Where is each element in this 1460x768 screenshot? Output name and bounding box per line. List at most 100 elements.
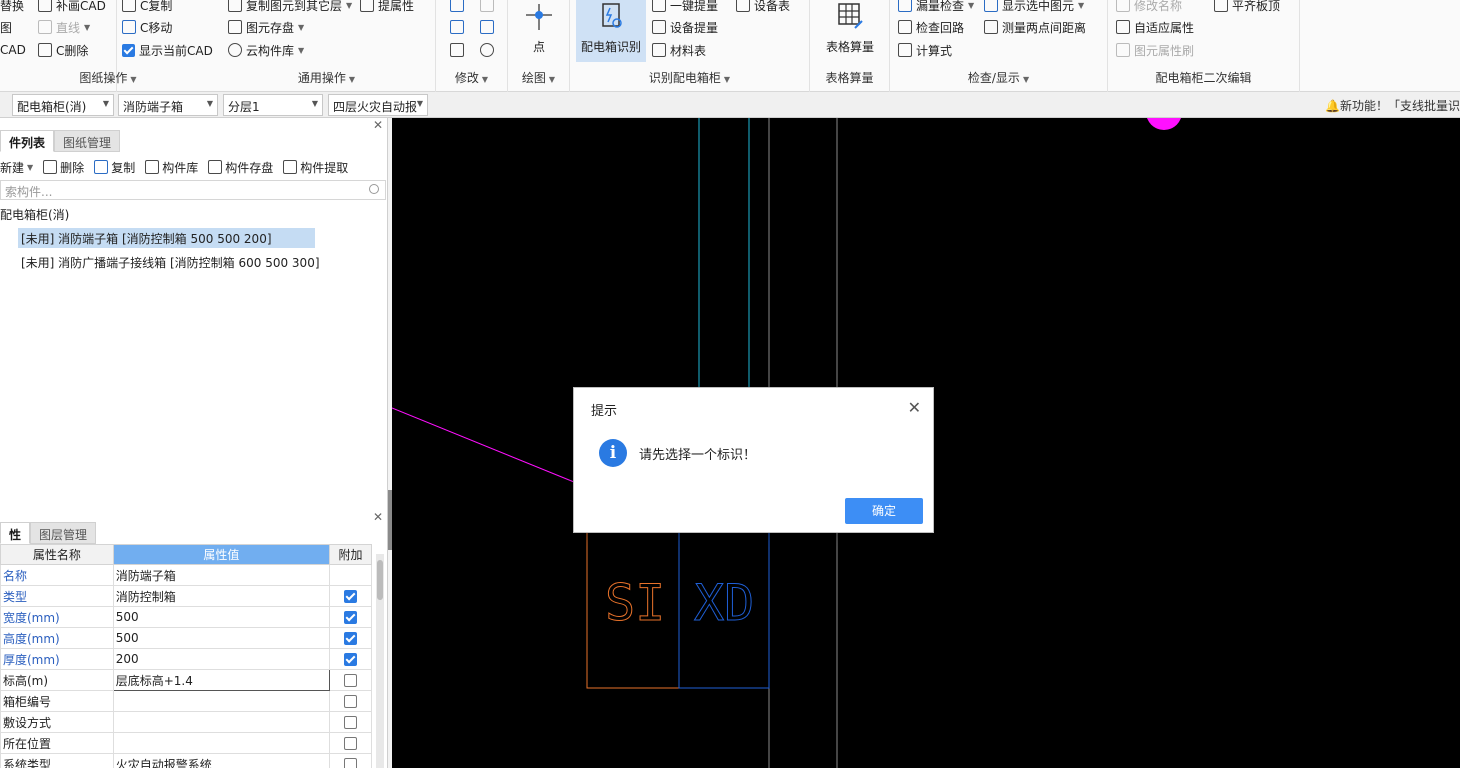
component-search-input[interactable]: 索构件... [0, 180, 386, 200]
tab-component-list[interactable]: 件列表 [0, 130, 55, 152]
property-value[interactable] [112, 732, 331, 754]
tree-item-broadcast-box[interactable]: [未用] 消防广播端子接线箱 [消防控制箱 600 500 300] [18, 252, 323, 272]
partial-label-2: CAD [0, 43, 26, 57]
table-row[interactable]: 箱柜编号 [0, 690, 372, 712]
additional-checkbox[interactable] [344, 716, 358, 729]
property-value[interactable] [112, 711, 331, 733]
c-copy-button[interactable]: C复制 [122, 0, 172, 14]
point-button[interactable]: 点 [508, 0, 570, 58]
table-row[interactable]: 所在位置 [0, 732, 372, 754]
copy-button[interactable]: 复制 [94, 159, 135, 176]
additional-checkbox[interactable] [344, 632, 358, 645]
move-tool-button[interactable] [450, 18, 464, 36]
table-row[interactable]: 宽度(mm) 500 [0, 606, 372, 628]
tree-item-terminal-box[interactable]: [未用] 消防端子箱 [消防控制箱 500 500 200] [18, 228, 315, 248]
table-row[interactable]: 标高(m) 层底标高+1.4 [0, 669, 372, 691]
additional-checkbox[interactable] [344, 674, 358, 687]
category-combo[interactable]: 配电箱柜(消) ▼ [12, 94, 114, 116]
component-extract-button[interactable]: 构件提取 [283, 159, 348, 176]
show-selected-label: 显示选中图元 [1002, 0, 1075, 13]
paste-tool-button[interactable] [480, 0, 494, 14]
show-selected-button[interactable]: 显示选中图元 ▼ [984, 0, 1084, 14]
additional-cell [329, 669, 372, 691]
save-icon [208, 160, 223, 174]
formula-button[interactable]: 计算式 [898, 41, 952, 59]
close-icon[interactable]: ✕ [373, 510, 383, 524]
distribution-box-identify-button[interactable]: 配电箱识别 [576, 0, 646, 62]
property-value[interactable]: 消防控制箱 [112, 585, 331, 607]
save-element-button[interactable]: 图元存盘 ▼ [228, 18, 304, 36]
component-library-button[interactable]: 构件库 [145, 159, 198, 176]
component-combo[interactable]: 消防端子箱 ▼ [118, 94, 218, 116]
table-row[interactable]: 名称 消防端子箱 [0, 564, 372, 586]
property-value[interactable]: 500 [112, 627, 331, 649]
material-table-button[interactable]: 材料表 [652, 41, 706, 59]
adaptive-attr-button[interactable]: 自适应属性 [1116, 18, 1194, 36]
show-current-cad-checkbox[interactable]: 显示当前CAD [122, 41, 213, 59]
measure-distance-button[interactable]: 测量两点间距离 [984, 18, 1086, 36]
additional-checkbox[interactable] [344, 695, 358, 708]
magenta-marker[interactable] [1146, 118, 1182, 130]
rotate-tool-button[interactable] [480, 41, 494, 59]
drawing-combo[interactable]: 四层火灾自动报 ▼ [328, 94, 428, 116]
property-value[interactable]: 层底标高+1.4 [112, 669, 331, 691]
component-save-button[interactable]: 构件存盘 [208, 159, 273, 176]
chevron-down-icon: ▼ [298, 45, 305, 55]
line-button[interactable]: 直线 ▼ [38, 18, 90, 36]
redraw-cad-button[interactable]: 补画CAD [38, 0, 106, 14]
scrollbar-thumb[interactable] [377, 560, 383, 600]
copy-tool-button[interactable] [450, 0, 464, 14]
property-value[interactable]: 消防端子箱 [112, 564, 331, 586]
table-calc-button[interactable]: 表格算量 [810, 0, 890, 58]
additional-checkbox[interactable] [344, 611, 358, 624]
table-row[interactable]: 敷设方式 [0, 711, 372, 733]
replace-button[interactable]: 替换 [0, 0, 24, 14]
table-row[interactable]: 类型 消防控制箱 [0, 585, 372, 607]
additional-cell [329, 585, 372, 607]
align-top-button[interactable]: 平齐板顶 [1214, 0, 1280, 14]
rename-button[interactable]: 修改名称 [1116, 0, 1182, 14]
partial-drawing-button[interactable]: 图 [0, 18, 12, 36]
additional-checkbox[interactable] [344, 737, 358, 750]
delete-button[interactable]: 删除 [43, 159, 84, 176]
additional-checkbox[interactable] [344, 653, 358, 666]
property-value[interactable] [112, 690, 331, 712]
additional-checkbox[interactable] [344, 590, 358, 603]
c-move-button[interactable]: C移动 [122, 18, 172, 36]
tree-root[interactable]: 配电箱柜(消) [0, 206, 69, 223]
equipment-table-button[interactable]: 设备表 [736, 0, 790, 14]
additional-checkbox[interactable] [344, 758, 358, 768]
tab-layer-management[interactable]: 图层管理 [30, 522, 97, 544]
property-value[interactable]: 200 [112, 648, 331, 670]
tab-drawing-management[interactable]: 图纸管理 [54, 130, 121, 152]
missing-check-button[interactable]: 漏量检查 ▼ [898, 0, 974, 14]
component-library-label: 构件库 [162, 160, 199, 175]
table-row[interactable]: 系统类型 火灾自动报警系统 [0, 753, 372, 768]
copy-to-layer-button[interactable]: 复制图元到其它层 ▼ [228, 0, 352, 14]
layer-combo[interactable]: 分层1 ▼ [223, 94, 323, 116]
ok-button[interactable]: 确定 [845, 498, 923, 524]
new-feature-notice[interactable]: 🔔新功能！「支线批量识 [1325, 97, 1460, 114]
new-button[interactable]: 新建 ▼ [0, 159, 33, 176]
close-icon[interactable]: ✕ [908, 398, 921, 417]
property-value[interactable]: 500 [112, 606, 331, 628]
attr-brush-button[interactable]: 图元属性刷 [1116, 41, 1194, 59]
c-delete-button[interactable]: C删除 [38, 41, 88, 59]
check-loop-button[interactable]: 检查回路 [898, 18, 964, 36]
rename-label: 修改名称 [1134, 0, 1183, 13]
close-icon[interactable]: ✕ [373, 118, 383, 132]
mirror-tool-button[interactable] [480, 18, 494, 36]
delete-tool-button[interactable] [450, 41, 464, 59]
one-click-extract-button[interactable]: 一键提量 [652, 0, 718, 14]
property-scrollbar[interactable] [376, 554, 384, 768]
tab-properties[interactable]: 性 [0, 522, 31, 544]
cloud-library-button[interactable]: 云构件库 ▼ [228, 41, 304, 59]
table-row[interactable]: 厚度(mm) 200 [0, 648, 372, 670]
table-row[interactable]: 高度(mm) 500 [0, 627, 372, 649]
extract-attr-button[interactable]: 提属性 [360, 0, 414, 14]
bell-icon: 🔔 [1325, 99, 1340, 113]
partial-cad-button[interactable]: CAD [0, 41, 26, 59]
search-icon[interactable] [369, 184, 379, 194]
equipment-extract-button[interactable]: 设备提量 [652, 18, 718, 36]
property-value[interactable]: 火灾自动报警系统 [112, 753, 331, 768]
